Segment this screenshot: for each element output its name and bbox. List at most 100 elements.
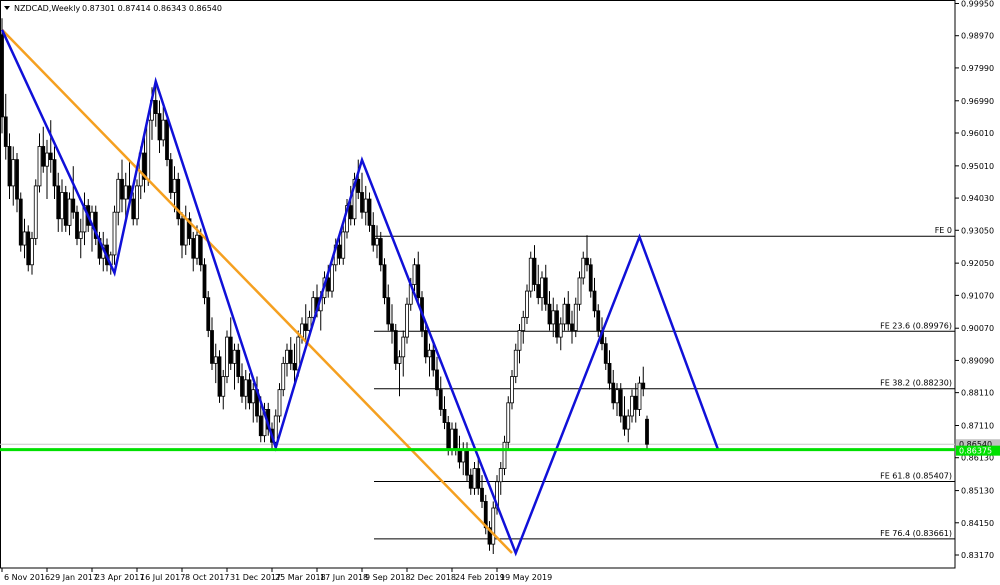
candle-body [577,277,582,305]
candle-body [592,290,597,312]
candle-body [198,234,203,266]
candle-body [330,264,334,292]
candle-body [131,198,136,220]
price-tick-label: 0.95010 [961,162,994,171]
time-axis: 6 Nov 2016 29 Jan 201723 Apr 201716 Jul 2… [1,568,552,582]
time-tick-label: 6 Nov 2016 [4,573,50,582]
candle-body [243,379,248,397]
time-tick-label: 24 Feb 2019 [455,573,505,582]
time-tick-label: 8 Oct 2017 [185,573,229,582]
time-tick-label: 2 Dec 2018 [410,573,456,582]
candle-body [498,468,503,483]
chart-title: NZDCAD,Weekly [14,4,81,13]
candle-body [397,356,402,364]
candle-body [506,402,511,443]
candle-body [581,257,586,279]
candle-body [288,349,293,364]
candle-body [356,178,361,193]
candle-body [221,376,226,397]
candle-body [30,238,34,266]
price-tick-label: 0.93050 [961,226,994,235]
candle-body [26,231,31,266]
candle-body [405,303,409,338]
candle-body [468,474,473,489]
candle-body [247,379,252,404]
candle-body [401,336,406,358]
candle-body [641,382,646,390]
candle-body [273,415,278,443]
candle-body [543,277,548,305]
candle-body [510,376,514,404]
candle-body [532,257,537,285]
candle-body [153,100,158,115]
candle-body [360,192,364,213]
candle-body [135,185,139,220]
candle-body [536,284,541,299]
candle-body [258,415,263,437]
candle-body [502,441,507,469]
candle-body [311,297,316,318]
candle-body [180,218,184,246]
price-tick-label: 0.89090 [961,356,994,365]
candle-body [157,113,162,141]
time-tick-label: 25 Mar 2018 [275,573,326,582]
candle-body [165,119,169,161]
candle-body [41,146,46,167]
candle-body [618,389,623,417]
candle-body [570,323,574,331]
candle-body [116,178,121,213]
candle-body [622,415,627,430]
candle-body [232,349,237,364]
candle-body [348,205,353,220]
candle-body [285,349,289,364]
candle-body [630,395,634,417]
candle-body [438,389,443,410]
candle-body [588,264,593,292]
candle-body [573,303,578,331]
candle-body [112,211,117,256]
price-tick-label: 0.92050 [961,259,994,268]
candle-body [378,238,383,266]
candle-body [292,362,297,371]
dropdown-triangle-icon[interactable] [4,6,10,10]
candle-body [412,264,417,285]
candle-body [337,244,342,259]
candle-body [341,231,346,259]
candle-body [375,238,379,246]
candle-body [251,389,256,404]
candle-body [281,362,286,391]
candlestick-chart[interactable]: FE 0 FE 23.6 (0.89976) FE 38.2 (0.88230) FE… [0,0,1000,585]
candle-body [303,323,308,331]
candle-body [195,234,199,259]
fib-label: FE 0 [935,226,952,235]
candle-body [491,507,496,545]
time-tick-label: 19 May 2019 [500,573,552,582]
candle-body [431,349,436,371]
candle-body [217,356,222,397]
candle-body [45,152,49,167]
candle-body [161,119,166,141]
candle-body [225,336,229,377]
candle-body [236,349,241,377]
price-tick-label: 0.90070 [961,324,994,333]
candle-body [645,418,649,445]
candle-body [611,382,616,404]
candle-body [277,389,282,417]
ohlc-values: 0.87301 0.87414 0.86343 0.86540 [82,4,222,13]
candle-body [555,310,559,338]
candle-body [123,185,128,200]
price-tick-label: 0.94030 [961,194,994,203]
candle-body [15,159,19,200]
candle-body [528,257,533,292]
candle-body [56,185,61,220]
candle-body [7,146,12,187]
candle-body [183,218,188,246]
price-tick-label: 0.88110 [961,389,994,398]
candle-body [363,198,368,213]
candle-body [240,376,244,397]
candle-body [172,178,177,193]
candle-body [603,343,608,364]
price-tick-label: 0.83170 [961,551,994,560]
candle-body [18,198,23,246]
fibonacci-levels: FE 0 FE 23.6 (0.89976) FE 38.2 (0.88230) FE… [374,226,955,540]
